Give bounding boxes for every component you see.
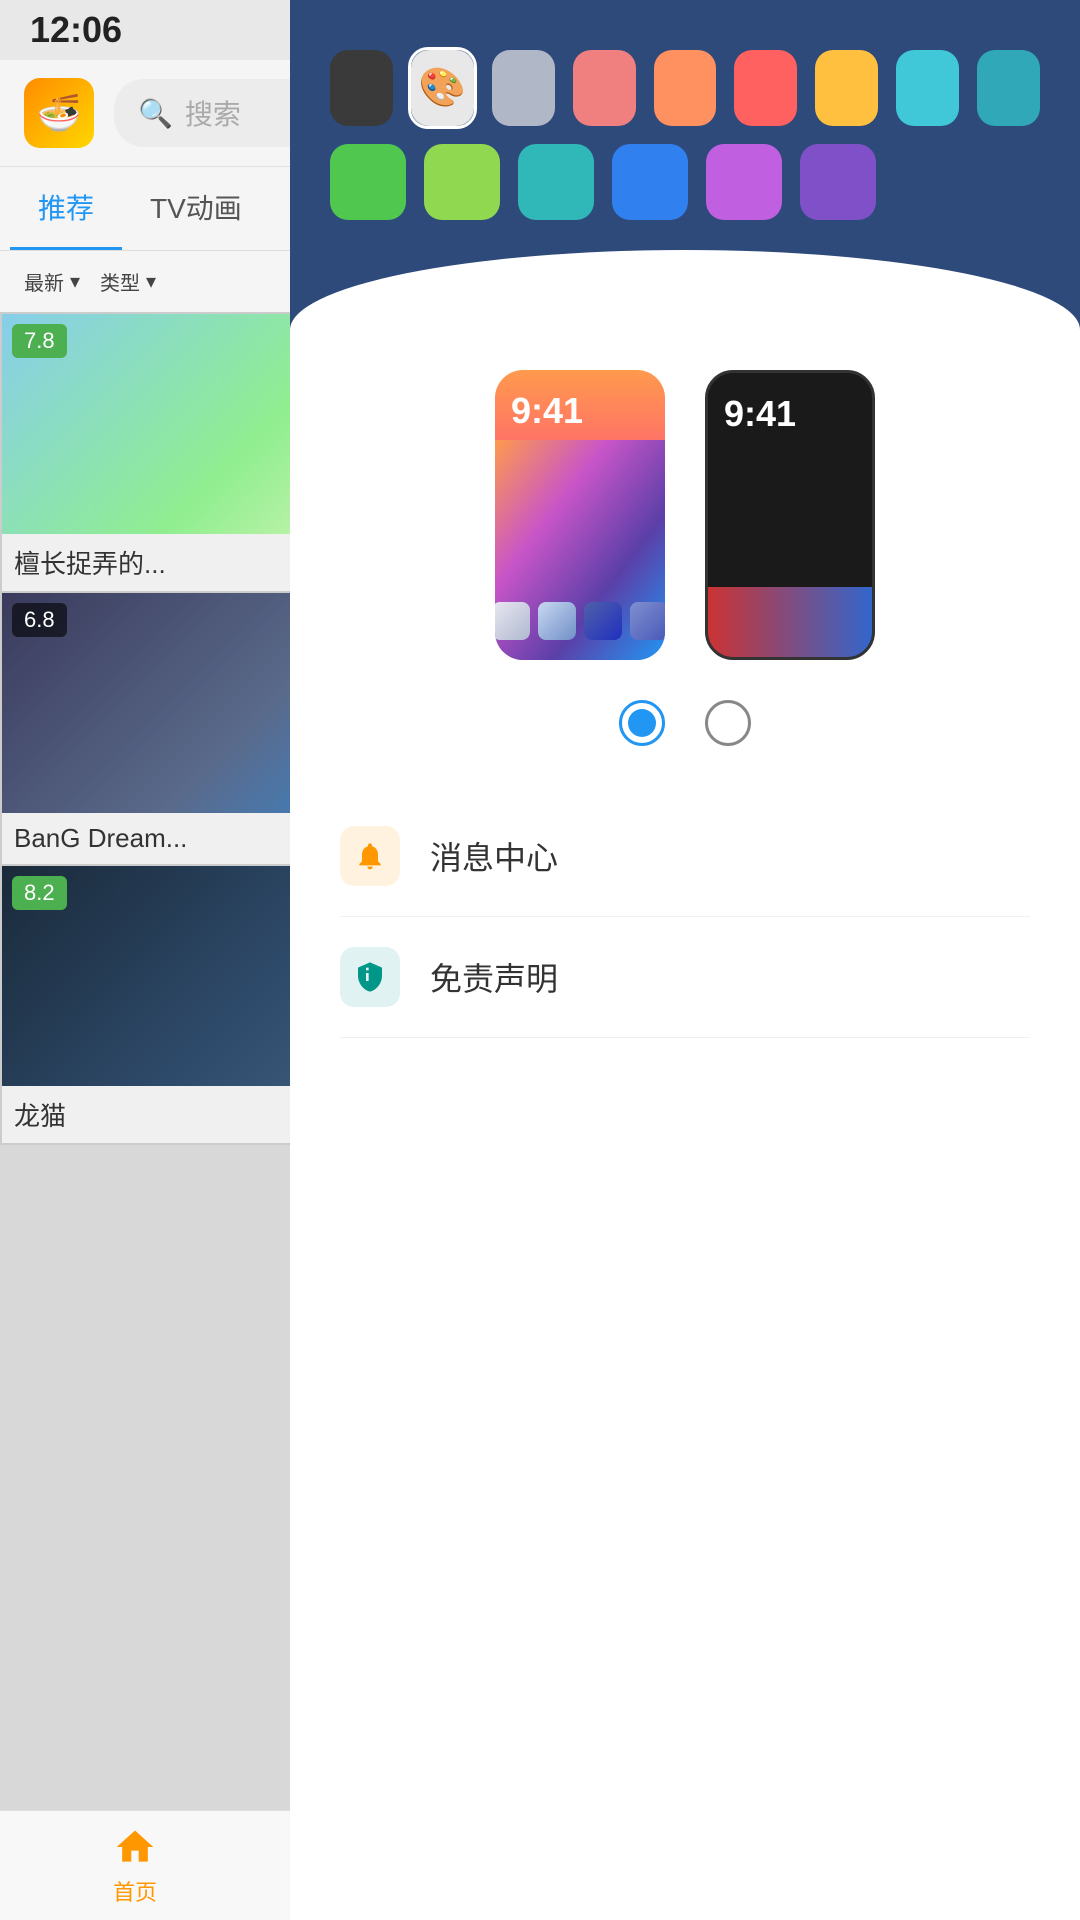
search-placeholder-text: 搜索	[185, 93, 241, 133]
content-area: 9:41 9:41	[290, 330, 1080, 1920]
nav-home[interactable]: 首页	[0, 1811, 270, 1920]
phone-preview-light[interactable]: 9:41	[495, 370, 665, 660]
tab-tv[interactable]: TV动画	[122, 167, 270, 250]
dark-color-bar	[708, 587, 872, 657]
color-swatch-pink[interactable]	[573, 50, 636, 126]
color-swatch-blue[interactable]	[612, 144, 688, 220]
menu-label-notifications: 消息中心	[430, 833, 558, 879]
color-grid: 🎨	[330, 50, 1040, 250]
color-swatch-cyan[interactable]	[518, 144, 594, 220]
color-row-2	[330, 144, 1040, 250]
phone-app-icon-3	[584, 602, 622, 640]
wave-separator	[290, 250, 1080, 330]
phone-app-icon-1	[495, 602, 530, 640]
score-badge-1: 7.8	[12, 324, 67, 358]
phone-time-dark: 9:41	[708, 373, 872, 443]
color-swatch-green[interactable]	[330, 144, 406, 220]
phone-wallpaper-light	[495, 440, 665, 660]
notification-icon	[340, 826, 400, 886]
phone-time-light: 9:41	[495, 370, 665, 440]
color-swatch-teal[interactable]	[977, 50, 1040, 126]
search-icon: 🔍	[138, 97, 173, 130]
phone-app-icon-4	[630, 602, 665, 640]
color-swatch-gray[interactable]	[492, 50, 555, 126]
score-badge-3: 6.8	[12, 603, 67, 637]
status-time: 12:06	[30, 9, 122, 51]
menu-label-disclaimer: 免责声明	[430, 954, 558, 1000]
phone-app-icon-2	[538, 602, 576, 640]
radio-dark[interactable]	[705, 700, 751, 746]
phone-wallpaper-dark	[708, 443, 872, 657]
filter-latest[interactable]: 最新 ▾	[24, 267, 80, 296]
color-swatch-red[interactable]	[734, 50, 797, 126]
filter-type[interactable]: 类型 ▾	[100, 267, 156, 296]
color-swatch-cyan-light[interactable]	[896, 50, 959, 126]
menu-item-disclaimer[interactable]: 免责声明	[340, 917, 1030, 1038]
color-swatch-lime[interactable]	[424, 144, 500, 220]
radio-row	[340, 700, 1030, 746]
color-swatch-purple-light[interactable]	[706, 144, 782, 220]
color-swatch-purple[interactable]	[800, 144, 876, 220]
color-swatch-orange-light[interactable]	[654, 50, 717, 126]
color-row-1: 🎨	[330, 50, 1040, 126]
menu-item-notifications[interactable]: 消息中心	[340, 796, 1030, 917]
theme-color-section: 🎨	[290, 0, 1080, 250]
score-badge-5: 8.2	[12, 876, 67, 910]
color-swatch-palette[interactable]: 🎨	[411, 50, 474, 126]
app-logo: 🍜	[24, 78, 94, 148]
disclaimer-icon	[340, 947, 400, 1007]
phone-mockups: 9:41 9:41	[340, 370, 1030, 660]
phone-preview-dark[interactable]: 9:41	[705, 370, 875, 660]
radio-light-selected[interactable]	[619, 700, 665, 746]
color-swatch-yellow[interactable]	[815, 50, 878, 126]
settings-overlay: 🎨	[290, 0, 1080, 1920]
tab-recommend[interactable]: 推荐	[10, 167, 122, 250]
color-swatch-dark[interactable]	[330, 50, 393, 126]
phone-icons-light	[495, 602, 665, 640]
